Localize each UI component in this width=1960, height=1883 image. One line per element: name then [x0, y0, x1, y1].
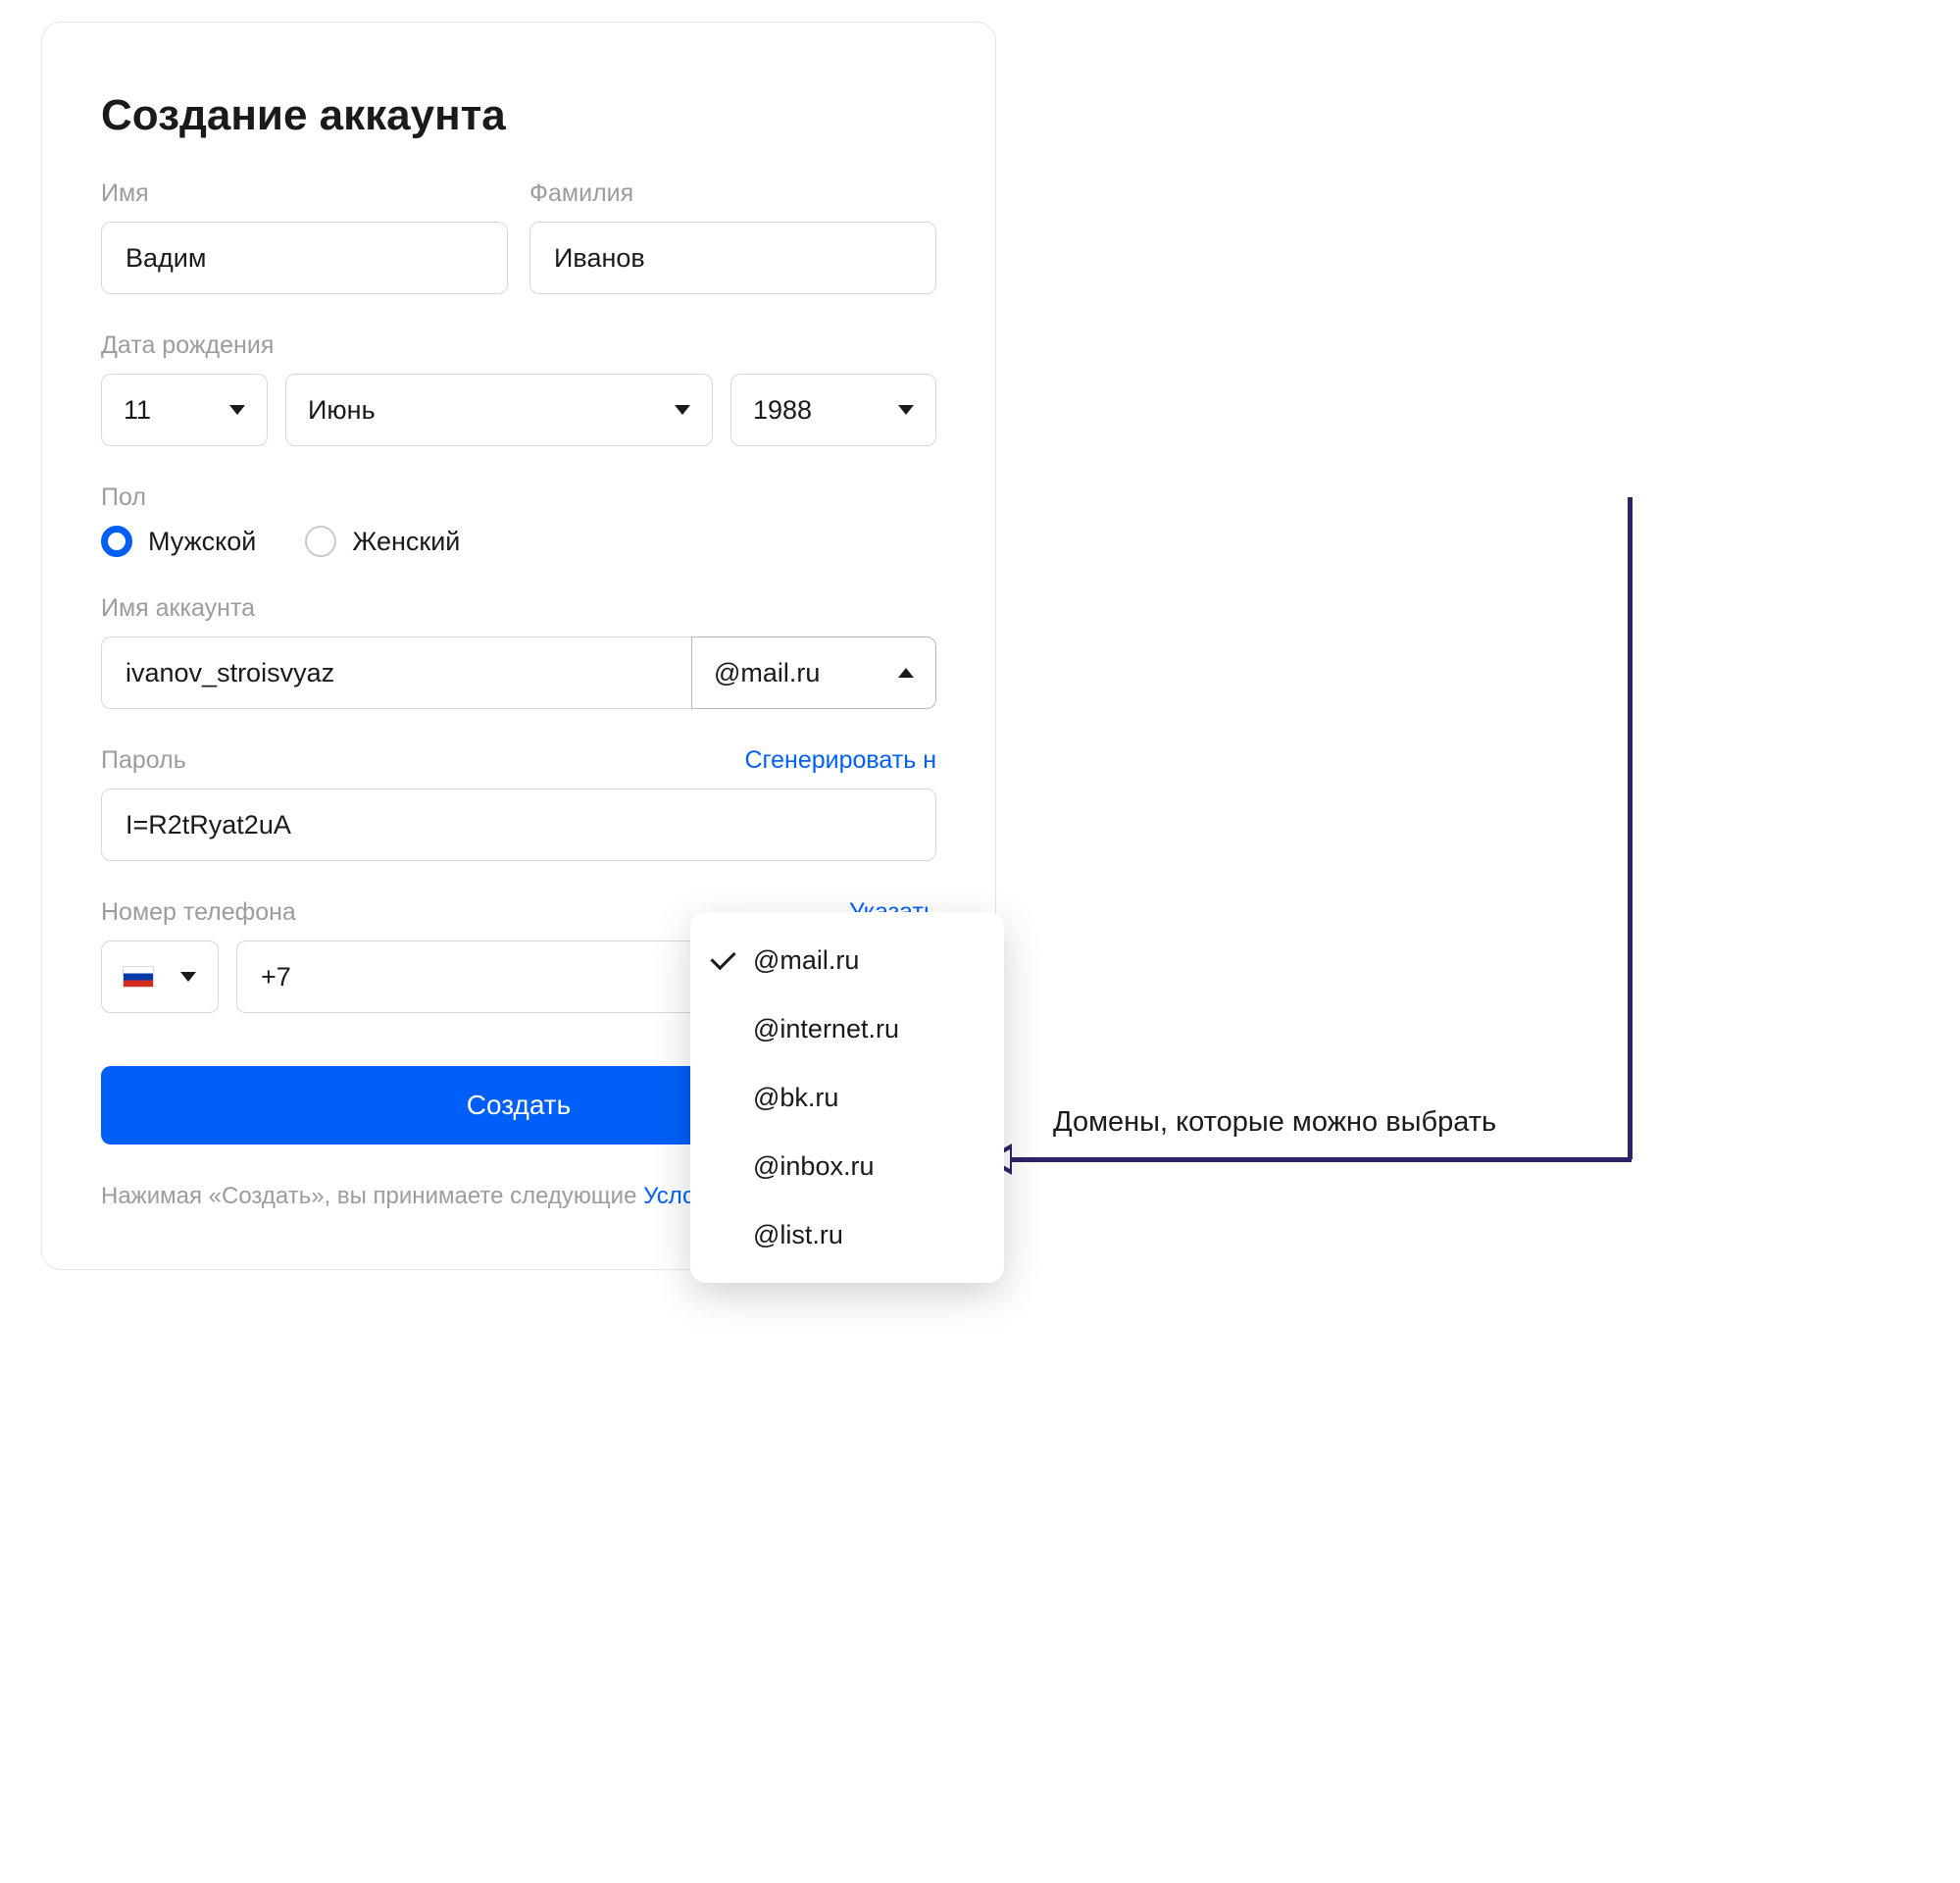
phone-country-select[interactable] [101, 941, 219, 1013]
flag-ru-icon [124, 967, 153, 987]
account-name-field[interactable] [101, 636, 691, 709]
account-row: @mail.ru [101, 636, 936, 709]
dob-section: Дата рождения 11 Июнь 1988 [101, 331, 936, 446]
last-name-col: Фамилия [529, 179, 936, 294]
dob-day-value: 11 [124, 395, 151, 426]
annotation-text: Домены, которые можно выбрать [1053, 1106, 1496, 1139]
phone-label: Номер телефона [101, 898, 296, 927]
caret-down-icon [675, 405, 690, 415]
password-label: Пароль [101, 746, 186, 775]
last-name-input[interactable] [554, 243, 912, 274]
dob-month-value: Июнь [308, 395, 376, 426]
last-name-field[interactable] [529, 222, 936, 294]
first-name-label: Имя [101, 179, 508, 208]
gender-female-radio[interactable]: Женский [305, 526, 460, 557]
caret-up-icon [898, 668, 914, 678]
last-name-label: Фамилия [529, 179, 936, 208]
domain-option-mailru[interactable]: @mail.ru [690, 926, 1004, 994]
radio-unchecked-icon [305, 526, 336, 557]
dob-month-select[interactable]: Июнь [285, 374, 713, 446]
generate-password-link[interactable]: Сгенерировать н [745, 746, 937, 775]
password-header: Пароль Сгенерировать н [101, 746, 936, 789]
account-domain-select[interactable]: @mail.ru [691, 636, 936, 709]
caret-down-icon [180, 972, 196, 982]
annotation-line-vertical [1628, 497, 1633, 1159]
domain-option-label: @internet.ru [753, 1014, 899, 1044]
first-name-field[interactable] [101, 222, 508, 294]
annotation-line-horizontal [1008, 1157, 1632, 1162]
gender-male-label: Мужской [148, 527, 256, 557]
gender-female-label: Женский [352, 527, 460, 557]
account-section: Имя аккаунта @mail.ru [101, 594, 936, 709]
gender-row: Мужской Женский [101, 526, 936, 557]
dob-day-select[interactable]: 11 [101, 374, 268, 446]
dob-year-value: 1988 [753, 395, 812, 426]
account-domain-value: @mail.ru [714, 658, 820, 688]
account-label: Имя аккаунта [101, 594, 936, 623]
page-title: Создание аккаунта [101, 91, 936, 140]
radio-checked-icon [101, 526, 132, 557]
domain-dropdown[interactable]: @mail.ru @internet.ru @bk.ru @inbox.ru @… [690, 912, 1004, 1283]
gender-section: Пол Мужской Женский [101, 483, 936, 557]
password-input[interactable] [126, 810, 912, 840]
password-field[interactable] [101, 789, 936, 861]
domain-option-label: @mail.ru [753, 945, 859, 976]
account-name-input[interactable] [126, 658, 668, 688]
disclaimer-text: Нажимая «Создать», вы принимаете следующ… [101, 1183, 643, 1209]
first-name-col: Имя [101, 179, 508, 294]
caret-down-icon [898, 405, 914, 415]
password-section: Пароль Сгенерировать н [101, 746, 936, 861]
first-name-input[interactable] [126, 243, 483, 274]
domain-option-label: @inbox.ru [753, 1151, 874, 1182]
gender-label: Пол [101, 483, 936, 512]
domain-option-listru[interactable]: @list.ru [690, 1200, 1004, 1269]
dob-row: 11 Июнь 1988 [101, 374, 936, 446]
dob-label: Дата рождения [101, 331, 936, 360]
domain-option-label: @list.ru [753, 1220, 843, 1250]
domain-option-inboxru[interactable]: @inbox.ru [690, 1132, 1004, 1200]
domain-option-label: @bk.ru [753, 1083, 838, 1113]
domain-option-internetru[interactable]: @internet.ru [690, 994, 1004, 1063]
dob-year-select[interactable]: 1988 [730, 374, 936, 446]
domain-option-bkru[interactable]: @bk.ru [690, 1063, 1004, 1132]
name-row: Имя Фамилия [101, 179, 936, 294]
caret-down-icon [229, 405, 245, 415]
gender-male-radio[interactable]: Мужской [101, 526, 256, 557]
